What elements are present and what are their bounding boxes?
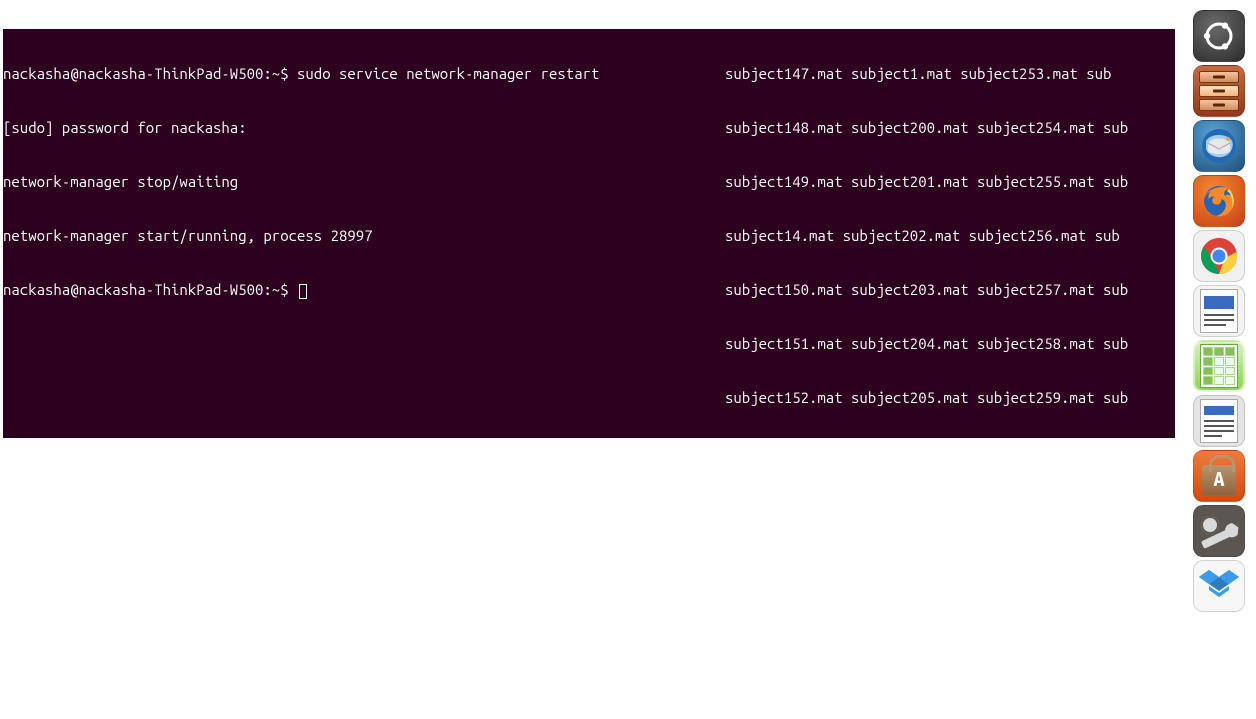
launcher-item-dropbox[interactable] [1193,560,1245,612]
prompt-text: nackasha@nackasha-ThinkPad-W500:~$ [3,281,297,298]
ubuntu-dash-icon [1201,18,1237,54]
terminal-line: subject147.mat subject1.mat subject253.m… [725,65,1175,83]
terminal-line: subject150.mat subject203.mat subject257… [725,281,1175,299]
launcher-item-files[interactable] [1193,65,1245,117]
terminal-line: subject152.mat subject205.mat subject259… [725,389,1175,407]
unity-launcher: A [1185,10,1253,612]
calc-icon [1200,344,1238,388]
settings-icon [1199,516,1239,546]
firefox-icon [1199,181,1239,221]
launcher-item-impress[interactable] [1193,395,1245,447]
software-center-icon: A [1202,465,1236,495]
terminal-line: nackasha@nackasha-ThinkPad-W500:~$ sudo … [3,65,725,83]
dropbox-icon [1198,568,1240,604]
launcher-item-calc[interactable] [1193,340,1245,392]
launcher-item-chrome[interactable] [1193,230,1245,282]
impress-icon [1200,399,1238,443]
terminal-line: network-manager start/running, process 2… [3,227,725,245]
terminal-line: [sudo] password for nackasha: [3,119,725,137]
terminal-cursor [299,284,307,299]
terminal-line: subject14.mat subject202.mat subject256.… [725,227,1175,245]
launcher-item-thunderbird[interactable] [1193,120,1245,172]
launcher-item-writer[interactable] [1193,285,1245,337]
terminal-line: subject148.mat subject200.mat subject254… [725,119,1175,137]
terminal-right[interactable]: subject147.mat subject1.mat subject253.m… [725,29,1175,438]
terminal-left[interactable]: nackasha@nackasha-ThinkPad-W500:~$ sudo … [3,29,725,438]
files-icon [1199,71,1239,111]
terminal-line: subject149.mat subject201.mat subject255… [725,173,1175,191]
launcher-item-settings[interactable] [1193,505,1245,557]
terminal-line: subject151.mat subject204.mat subject258… [725,335,1175,353]
terminal-line: nackasha@nackasha-ThinkPad-W500:~$ [3,281,725,299]
launcher-item-firefox[interactable] [1193,175,1245,227]
chrome-icon [1199,236,1239,276]
thunderbird-icon [1198,125,1240,167]
launcher-item-software-center[interactable]: A [1193,450,1245,502]
writer-icon [1200,289,1238,333]
launcher-item-dash[interactable] [1193,10,1245,62]
terminal-line: network-manager stop/waiting [3,173,725,191]
